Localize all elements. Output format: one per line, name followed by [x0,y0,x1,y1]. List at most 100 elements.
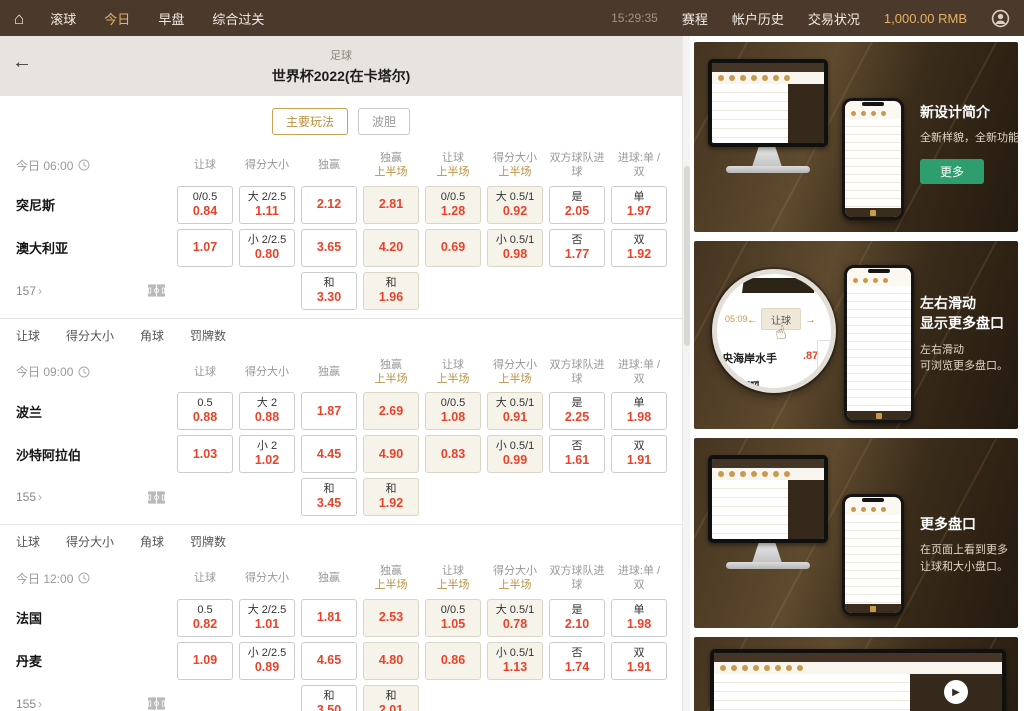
back-button[interactable]: ← [12,52,32,72]
clock-time: 15:29:35 [611,11,658,25]
match-time: 今日 09:00 [16,363,171,380]
odds-button[interactable]: 4.65 [301,642,357,680]
odds-button[interactable]: 否1.74 [549,642,605,680]
team-name: 法国 [16,608,171,627]
odds-button[interactable]: 是2.10 [549,599,605,637]
subtab-2[interactable]: 角球 [140,327,164,344]
main-nav: 滚球 今日 早盘 综合过关 [50,9,264,28]
odds-button[interactable]: 是2.05 [549,186,605,224]
subtab-0[interactable]: 让球 [16,533,40,550]
balance: 1,000.00 RMB [884,11,967,26]
odds-button[interactable]: 0/0.51.05 [425,599,481,637]
odds-button[interactable]: 0.50.88 [177,392,233,430]
phone-illustration [844,265,914,423]
scrollbar-thumb[interactable] [684,166,690,346]
odds-button[interactable]: 小 2/2.50.80 [239,229,295,267]
odds-button[interactable]: 双1.92 [611,229,667,267]
nav-today[interactable]: 今日 [104,9,130,28]
promo-banner-more-markets[interactable]: 更多盘口 在页面上看到更多 让球和大小盘口。 [694,438,1018,628]
chevron-right-icon: › [38,490,42,504]
odds-button[interactable]: 大 0.5/10.92 [487,186,543,224]
odds-button[interactable]: 0.86 [425,642,481,680]
more-markets-link[interactable]: 155› [16,490,42,504]
more-markets-link[interactable]: 157› [16,284,42,298]
odds-button[interactable]: 2.53 [363,599,419,637]
link-account-history[interactable]: 帐户历史 [732,9,784,28]
match-section: 今日 06:00让球得分大小独赢独赢上半场让球上半场得分大小上半场双方球队进球进… [0,151,682,310]
odds-button[interactable]: 0/0.50.84 [177,186,233,224]
draw-odds-button[interactable]: 和1.96 [363,272,419,310]
odds-button[interactable]: 小 21.02 [239,435,295,473]
main-markets-button[interactable]: 主要玩法 [272,108,348,135]
draw-odds-button[interactable]: 和3.50 [301,685,357,711]
odds-button[interactable]: 0.69 [425,229,481,267]
subtab-3[interactable]: 罚牌数 [190,533,226,550]
odds-button[interactable]: 4.90 [363,435,419,473]
odds-button[interactable]: 双1.91 [611,435,667,473]
odds-button[interactable]: 1.09 [177,642,233,680]
magnifier-odd-1: .87 [803,350,818,362]
odds-button[interactable]: 2.81 [363,186,419,224]
odds-button[interactable]: 大 2/2.51.11 [239,186,295,224]
subtab-0[interactable]: 让球 [16,327,40,344]
phone-illustration [842,494,904,616]
odds-button[interactable]: 否1.77 [549,229,605,267]
odds-button[interactable]: 双1.91 [611,642,667,680]
scrollbar[interactable] [682,36,690,711]
odds-button[interactable]: 0/0.51.08 [425,392,481,430]
promo-banner-swipe[interactable]: 05:09 ← 让球 → ☝ 中央海岸水手 .87 斯班狮吼 .95 大 2 0… [694,241,1018,429]
odds-button[interactable]: 否1.61 [549,435,605,473]
odds-button[interactable]: 单1.98 [611,599,667,637]
more-button[interactable]: 更多 [920,159,984,184]
odds-button[interactable]: 大 20.88 [239,392,295,430]
banner-title: 更多盘口 [920,514,1018,534]
odds-button[interactable]: 大 2/2.51.01 [239,599,295,637]
subtab-1[interactable]: 得分大小 [66,327,114,344]
home-icon[interactable]: ⌂ [14,10,24,27]
more-markets-link[interactable]: 155› [16,697,42,711]
odds-button[interactable]: 0/0.51.28 [425,186,481,224]
nav-parlay[interactable]: 综合过关 [212,9,264,28]
subtab-1[interactable]: 得分大小 [66,533,114,550]
odds-column-header: 得分大小上半场 [487,151,543,180]
odds-button[interactable]: 2.12 [301,186,357,224]
odds-button[interactable]: 3.65 [301,229,357,267]
user-avatar-icon[interactable] [991,9,1010,28]
odds-button[interactable]: 4.20 [363,229,419,267]
odds-button[interactable]: 小 0.5/10.98 [487,229,543,267]
odds-button[interactable]: 4.80 [363,642,419,680]
odds-button[interactable]: 1.87 [301,392,357,430]
subtab-2[interactable]: 角球 [140,533,164,550]
link-schedule[interactable]: 赛程 [682,9,708,28]
odds-button[interactable]: 1.81 [301,599,357,637]
link-transaction-status[interactable]: 交易状况 [808,9,860,28]
nav-early[interactable]: 早盘 [158,9,184,28]
correct-score-button[interactable]: 波胆 [358,108,410,135]
nav-live[interactable]: 滚球 [50,9,76,28]
odds-button[interactable]: 大 0.5/10.91 [487,392,543,430]
chevron-right-icon: › [38,284,42,298]
promo-banner-video[interactable]: ▶ [694,637,1018,711]
odds-button[interactable]: 4.45 [301,435,357,473]
draw-odds-button[interactable]: 和3.30 [301,272,357,310]
draw-odds-button[interactable]: 和3.45 [301,478,357,516]
odds-button[interactable]: 0.50.82 [177,599,233,637]
odds-button[interactable]: 单1.98 [611,392,667,430]
draw-odds-button[interactable]: 和1.92 [363,478,419,516]
odds-button[interactable]: 小 0.5/11.13 [487,642,543,680]
promo-banner-new-design[interactable]: 新设计简介 全新样貌，全新功能 更多 [694,42,1018,232]
odds-button[interactable]: 小 2/2.50.89 [239,642,295,680]
draw-odds-button[interactable]: 和2.01 [363,685,419,711]
subtab-3[interactable]: 罚牌数 [190,327,226,344]
odds-button[interactable]: 1.03 [177,435,233,473]
odds-button[interactable]: 大 0.5/10.78 [487,599,543,637]
odds-button[interactable]: 1.07 [177,229,233,267]
odds-main-panel: ← 足球 世界杯2022(在卡塔尔) 主要玩法 波胆 今日 06:00让球得分大… [0,36,682,711]
odds-button[interactable]: 单1.97 [611,186,667,224]
odds-button[interactable]: 小 0.5/10.99 [487,435,543,473]
team-name: 沙特阿拉伯 [16,445,171,464]
odds-button[interactable]: 2.69 [363,392,419,430]
odds-column-header: 独赢上半场 [363,564,419,593]
odds-button[interactable]: 是2.25 [549,392,605,430]
odds-button[interactable]: 0.83 [425,435,481,473]
